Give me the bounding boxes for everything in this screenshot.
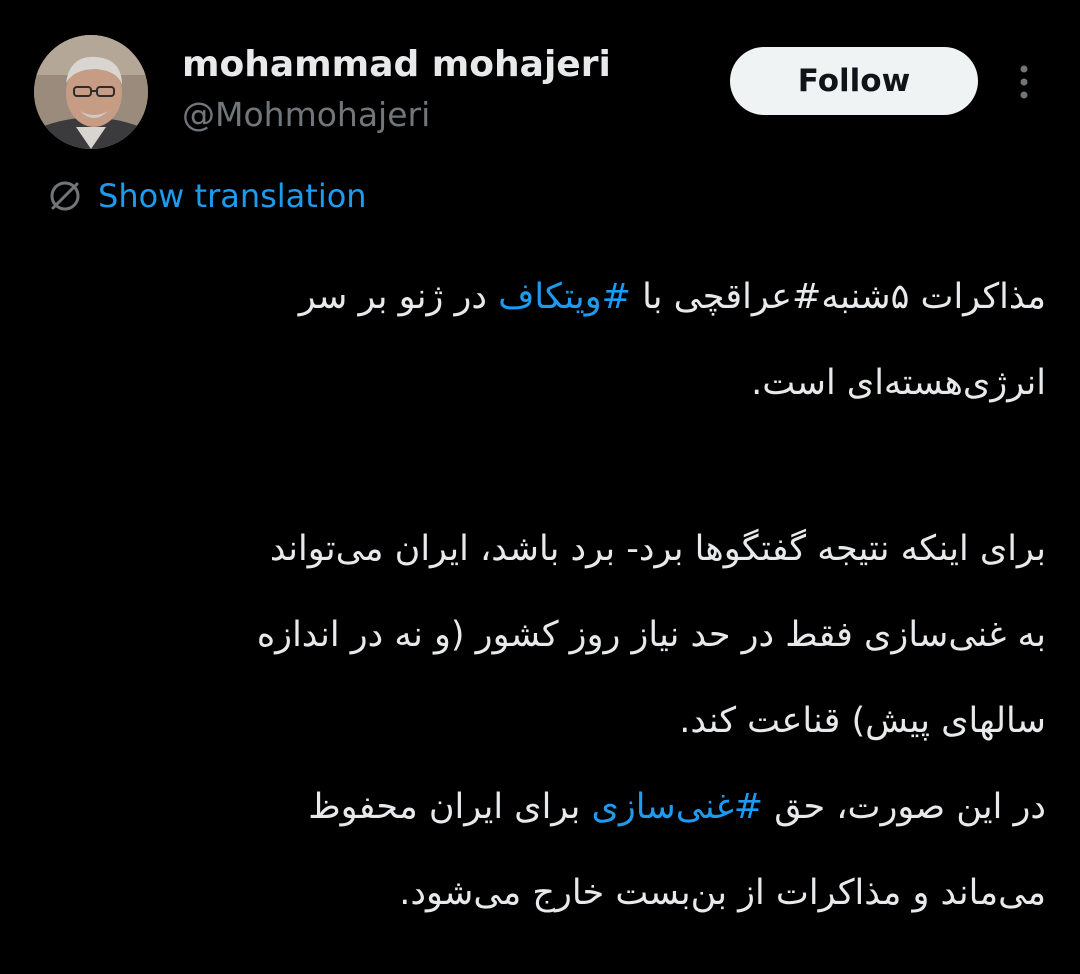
hashtag-link-witkoff[interactable]: #ویتکاف bbox=[498, 277, 631, 317]
tweet-text-segment: در این صورت، حق bbox=[763, 787, 1046, 827]
show-translation-button[interactable]: Show translation bbox=[46, 174, 367, 218]
show-translation-label: Show translation bbox=[98, 177, 367, 215]
tweet-line: به غنی‌سازی فقط در حد نیاز روز کشور (و ن… bbox=[256, 615, 1046, 655]
follow-button[interactable]: Follow bbox=[730, 47, 978, 115]
tweet-line: می‌ماند و مذاکرات از بن‌بست خارج می‌شود. bbox=[399, 873, 1046, 913]
tweet-line: سالهای پیش) قناعت کند. bbox=[679, 701, 1046, 741]
avatar-image bbox=[34, 35, 148, 149]
author-display-name[interactable]: mohammad mohajeri bbox=[182, 43, 611, 87]
tweet-text-segment: برای ایران محفوظ bbox=[308, 787, 592, 827]
tweet-text-segment: در ژنو بر سر bbox=[298, 277, 499, 317]
tweet-line: مذاکرات ۵شنبه#عراقچی با #ویتکاف در ژنو ب… bbox=[40, 254, 1046, 340]
globe-icon bbox=[50, 181, 80, 211]
tweet-line: در این صورت، حق #غنی‌سازی برای ایران محف… bbox=[40, 764, 1046, 850]
more-vertical-icon[interactable] bbox=[1010, 62, 1038, 102]
tweet-line: انرژی‌هسته‌ای است. bbox=[751, 363, 1046, 403]
avatar[interactable] bbox=[34, 35, 148, 149]
tweet-text-segment: مذاکرات ۵شنبه bbox=[821, 277, 1046, 317]
tweet-text: مذاکرات ۵شنبه#عراقچی با #ویتکاف در ژنو ب… bbox=[40, 254, 1046, 936]
tweet-line: برای اینکه نتیجه گفتگوها برد- برد باشد، … bbox=[269, 529, 1046, 569]
tweet-text-segment: با bbox=[630, 277, 674, 317]
hashtag-araghchi: #عراقچی bbox=[673, 277, 822, 317]
author-handle[interactable]: @Mohmohajeri bbox=[182, 94, 430, 136]
hashtag-link-enrichment[interactable]: #غنی‌سازی bbox=[591, 787, 763, 827]
